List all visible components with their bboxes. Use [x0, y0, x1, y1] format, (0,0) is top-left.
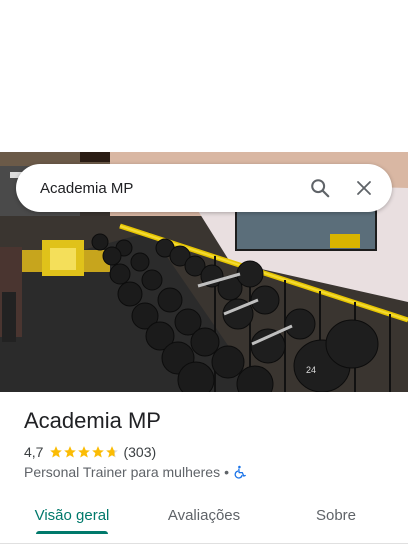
- place-tabs: Visão geral Avaliações Sobre: [0, 496, 408, 544]
- star-half-icon: [106, 446, 119, 458]
- category-row: Personal Trainer para mulheres •: [24, 464, 247, 480]
- separator: •: [224, 464, 230, 480]
- rating-stars: [49, 445, 119, 459]
- star-icon: [92, 446, 105, 458]
- tab-about[interactable]: Sobre: [286, 496, 386, 534]
- star-icon: [64, 446, 77, 458]
- search-input[interactable]: Academia MP: [16, 180, 298, 197]
- place-title: Academia MP: [24, 408, 161, 433]
- tab-reviews[interactable]: Avaliações: [154, 496, 254, 534]
- search-bar[interactable]: Academia MP: [16, 164, 392, 212]
- wheelchair-icon: [234, 465, 246, 479]
- place-category: Personal Trainer para mulheres: [24, 464, 221, 480]
- close-icon[interactable]: [342, 164, 386, 212]
- blank-area: [0, 0, 408, 152]
- search-icon[interactable]: [298, 164, 342, 212]
- rating-row[interactable]: 4,7 (303): [24, 444, 156, 460]
- star-icon: [78, 446, 91, 458]
- review-count[interactable]: (303): [123, 444, 156, 460]
- rating-value: 4,7: [24, 444, 44, 460]
- tab-overview[interactable]: Visão geral: [22, 496, 122, 534]
- star-icon: [50, 446, 63, 458]
- active-tab-indicator: [36, 531, 108, 534]
- dumbbell-weight-marking: 24: [306, 365, 316, 375]
